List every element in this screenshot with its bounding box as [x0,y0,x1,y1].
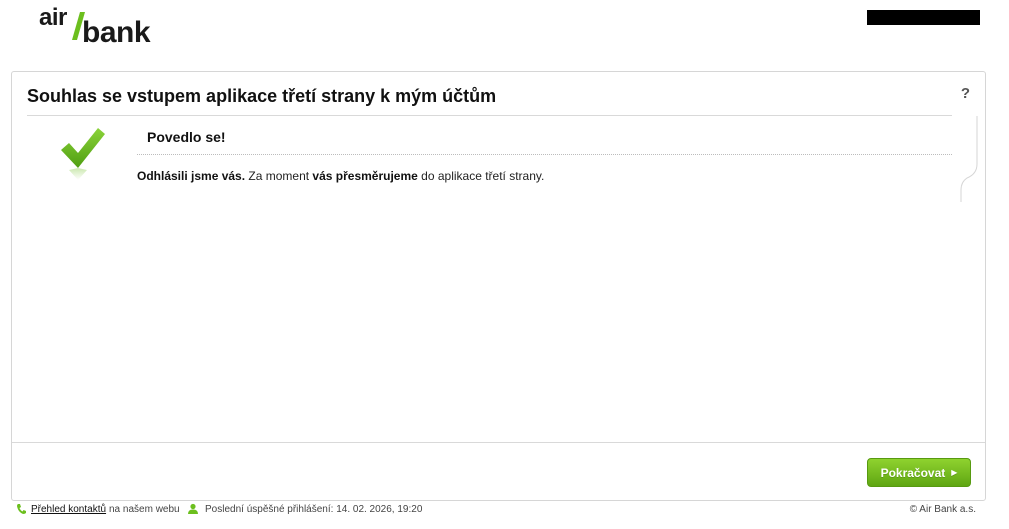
message-moment: Za moment [245,169,313,183]
question-icon[interactable]: ? [961,85,970,102]
success-divider [137,154,952,155]
phone-icon [17,504,26,514]
checkmark-icon [61,128,105,180]
success-heading: Povedlo se! [147,129,226,145]
page-footer: Přehled kontaktů na našem webu Poslední … [0,503,1009,519]
redacted-user-name [867,10,980,25]
contacts-link[interactable]: Přehled kontaktů [31,504,106,515]
page-title: Souhlas se vstupem aplikace třetí strany… [27,86,497,106]
message-target: do aplikace třetí strany. [417,169,545,183]
logo-bank-text: bank [82,16,151,49]
message-logged-out: Odhlásili jsme vás. [137,169,246,183]
continue-label: Pokračovat [880,465,946,480]
title-divider [27,115,952,116]
message-redirect: vás přesměrujeme [312,169,418,183]
redirect-message: Odhlásili jsme vás. Za moment vás přesmě… [137,169,544,183]
side-tab-curve [960,116,978,202]
continue-button[interactable]: Pokračovat ▶ [867,458,971,487]
air-bank-logo[interactable]: air bank [39,4,159,49]
copyright: © Air Bank a.s. [909,504,976,515]
user-icon [188,503,198,514]
footer-divider [12,442,985,443]
arrow-right-icon: ▶ [951,468,958,477]
last-login-info: Poslední úspěšné přihlášení: 14. 02. 202… [205,504,423,515]
contacts-suffix: na našem webu [109,504,180,515]
consent-panel: Souhlas se vstupem aplikace třetí strany… [11,71,986,501]
